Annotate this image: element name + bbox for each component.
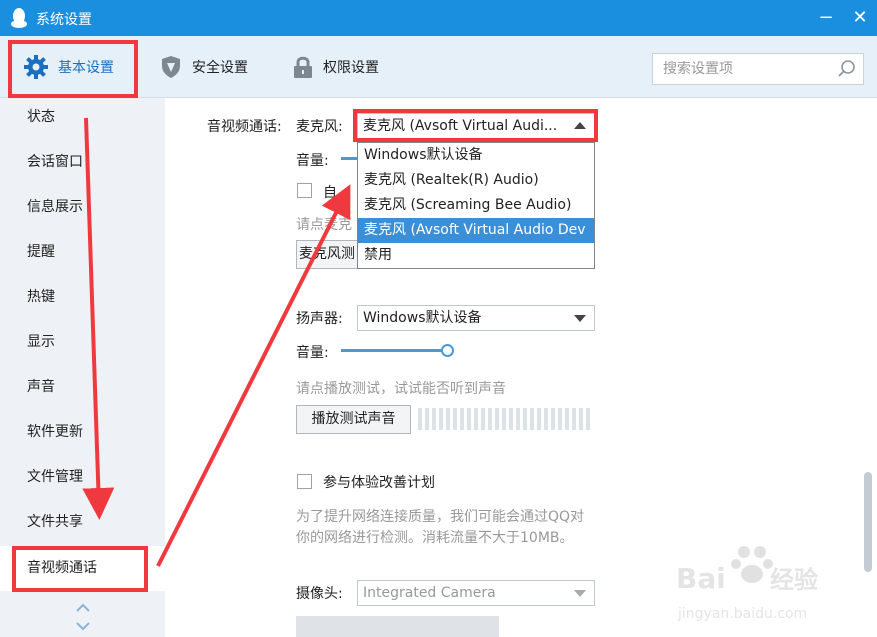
- baidu-paw-logo: Bai 经验 jingyan.baidu.com: [676, 546, 818, 622]
- annotation-arrow-up: [156, 184, 351, 567]
- svg-text:jingyan.baidu.com: jingyan.baidu.com: [677, 606, 807, 622]
- svg-text:经验: 经验: [770, 566, 818, 594]
- baidu-jingyan-watermark: Bai 经验 jingyan.baidu.com: [672, 540, 832, 630]
- annotation-arrow-down: [82, 117, 115, 520]
- svg-text:Bai: Bai: [676, 562, 726, 595]
